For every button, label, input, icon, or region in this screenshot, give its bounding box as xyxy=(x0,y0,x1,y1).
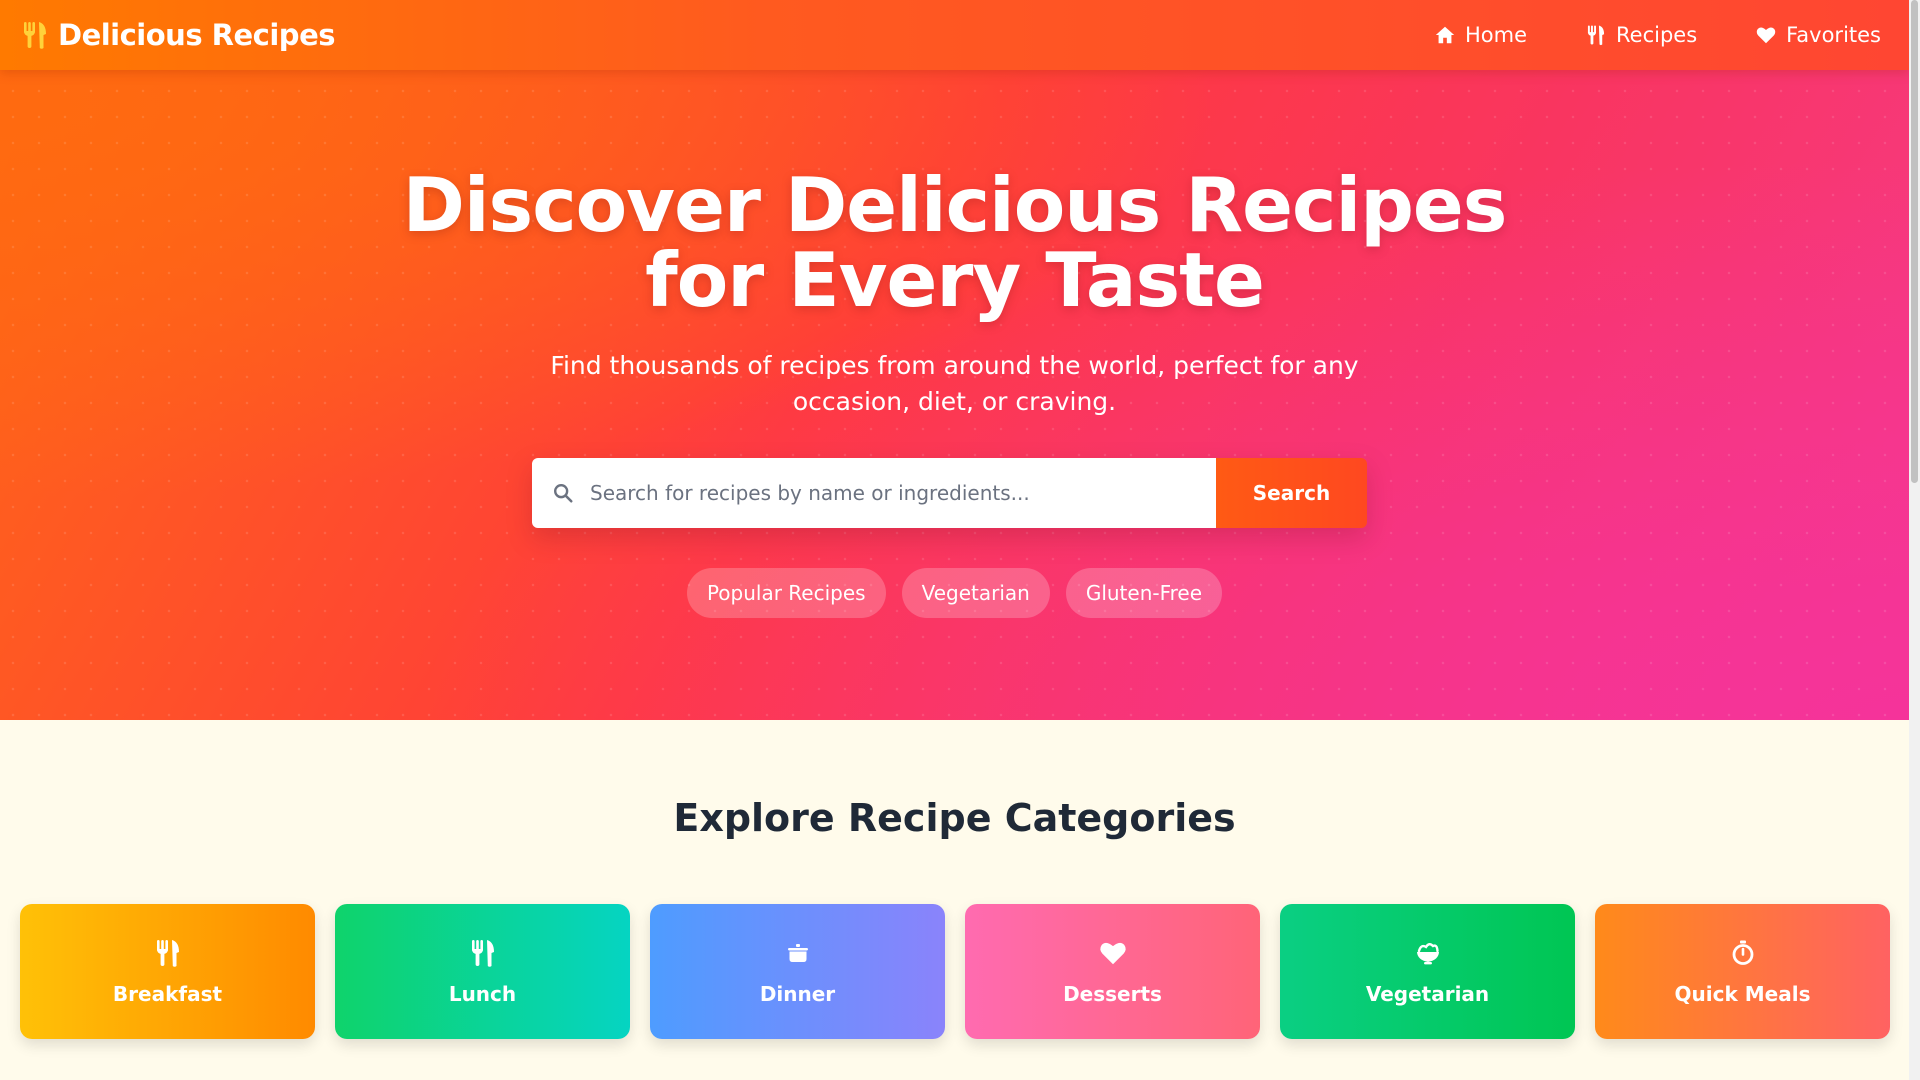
hero-title: Discover Delicious Recipes for Every Tas… xyxy=(0,168,1909,318)
page-scrollbar[interactable] xyxy=(1909,0,1920,1080)
scrollbar-thumb[interactable] xyxy=(1911,0,1918,483)
stopwatch-icon xyxy=(1732,940,1753,965)
category-card-lunch[interactable]: Lunch xyxy=(335,904,630,1039)
category-card-dinner[interactable]: Dinner xyxy=(650,904,945,1039)
brand-logo[interactable]: Delicious Recipes xyxy=(22,18,336,52)
category-card-vegetarian[interactable]: Vegetarian xyxy=(1280,904,1575,1039)
category-card-quick-meals[interactable]: Quick Meals xyxy=(1595,904,1890,1039)
main-nav: Home Recipes Favorites xyxy=(1434,23,1881,47)
category-label: Lunch xyxy=(448,981,517,1006)
hero-title-line-2: for Every Taste xyxy=(645,236,1265,324)
nav-home[interactable]: Home xyxy=(1434,23,1527,47)
category-label: Desserts xyxy=(1063,981,1162,1006)
search-bar: Search xyxy=(532,458,1367,528)
tag-vegetarian[interactable]: Vegetarian xyxy=(901,568,1050,618)
hero-subtitle-line-2: occasion, diet, or craving. xyxy=(792,387,1117,416)
nav-recipes-label: Recipes xyxy=(1616,23,1698,47)
salad-bowl-icon xyxy=(1416,942,1439,964)
utensils-icon xyxy=(156,939,179,967)
nav-favorites-label: Favorites xyxy=(1786,23,1881,47)
utensils-icon xyxy=(1587,25,1605,46)
hero-subtitle: Find thousands of recipes from around th… xyxy=(0,348,1909,420)
tag-gluten-free[interactable]: Gluten-Free xyxy=(1065,568,1223,618)
brand-title: Delicious Recipes xyxy=(58,18,336,52)
hero-subtitle-line-1: Find thousands of recipes from around th… xyxy=(550,351,1359,380)
category-label: Dinner xyxy=(759,981,836,1006)
heart-icon xyxy=(1756,27,1776,44)
nav-home-label: Home xyxy=(1464,23,1527,47)
categories-title: Explore Recipe Categories xyxy=(673,796,1236,840)
home-icon xyxy=(1435,26,1455,44)
quick-tags: Popular Recipes Vegetarian Gluten-Free xyxy=(0,568,1909,618)
nav-recipes[interactable]: Recipes xyxy=(1585,23,1697,47)
hero-section: Discover Delicious Recipes for Every Tas… xyxy=(0,0,1909,720)
navbar: Delicious Recipes Home Recipes Favorites xyxy=(0,0,1909,70)
search-icon xyxy=(554,484,573,503)
search-input[interactable] xyxy=(590,481,1190,505)
category-card-desserts[interactable]: Desserts xyxy=(965,904,1260,1039)
tag-popular-recipes[interactable]: Popular Recipes xyxy=(686,568,886,618)
page: Discover Delicious Recipes for Every Tas… xyxy=(0,0,1909,1080)
nav-favorites[interactable]: Favorites xyxy=(1755,23,1881,47)
utensils-icon xyxy=(24,22,46,49)
hero-title-line-1: Discover Delicious Recipes xyxy=(402,161,1508,249)
search-field[interactable] xyxy=(532,458,1216,528)
category-card-breakfast[interactable]: Breakfast xyxy=(20,904,315,1039)
cooking-pot-icon xyxy=(787,943,808,962)
category-label: Vegetarian xyxy=(1365,981,1490,1006)
category-cards: Breakfast Lunch Dinner Desserts Vegetari… xyxy=(20,904,1890,1039)
category-label: Quick Meals xyxy=(1674,981,1811,1006)
search-button[interactable]: Search xyxy=(1216,458,1367,528)
heart-icon xyxy=(1099,942,1126,964)
category-label: Breakfast xyxy=(112,981,223,1006)
utensils-icon xyxy=(471,939,494,967)
